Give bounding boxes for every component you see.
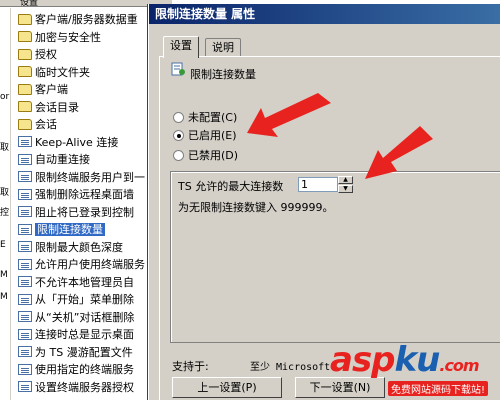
watermark-asp: asp	[330, 340, 396, 380]
arrow-to-input-icon	[365, 126, 433, 179]
watermark-ku: ku	[394, 340, 441, 380]
watermark-tagline: 免费网站源码下载站!	[388, 381, 489, 396]
watermark-logo: aspku.com 免费网站源码下载站!	[330, 340, 500, 400]
watermark-dot: .com	[439, 356, 479, 375]
arrow-to-enabled-icon	[247, 93, 331, 137]
tab-settings[interactable]: 设置	[163, 36, 199, 58]
